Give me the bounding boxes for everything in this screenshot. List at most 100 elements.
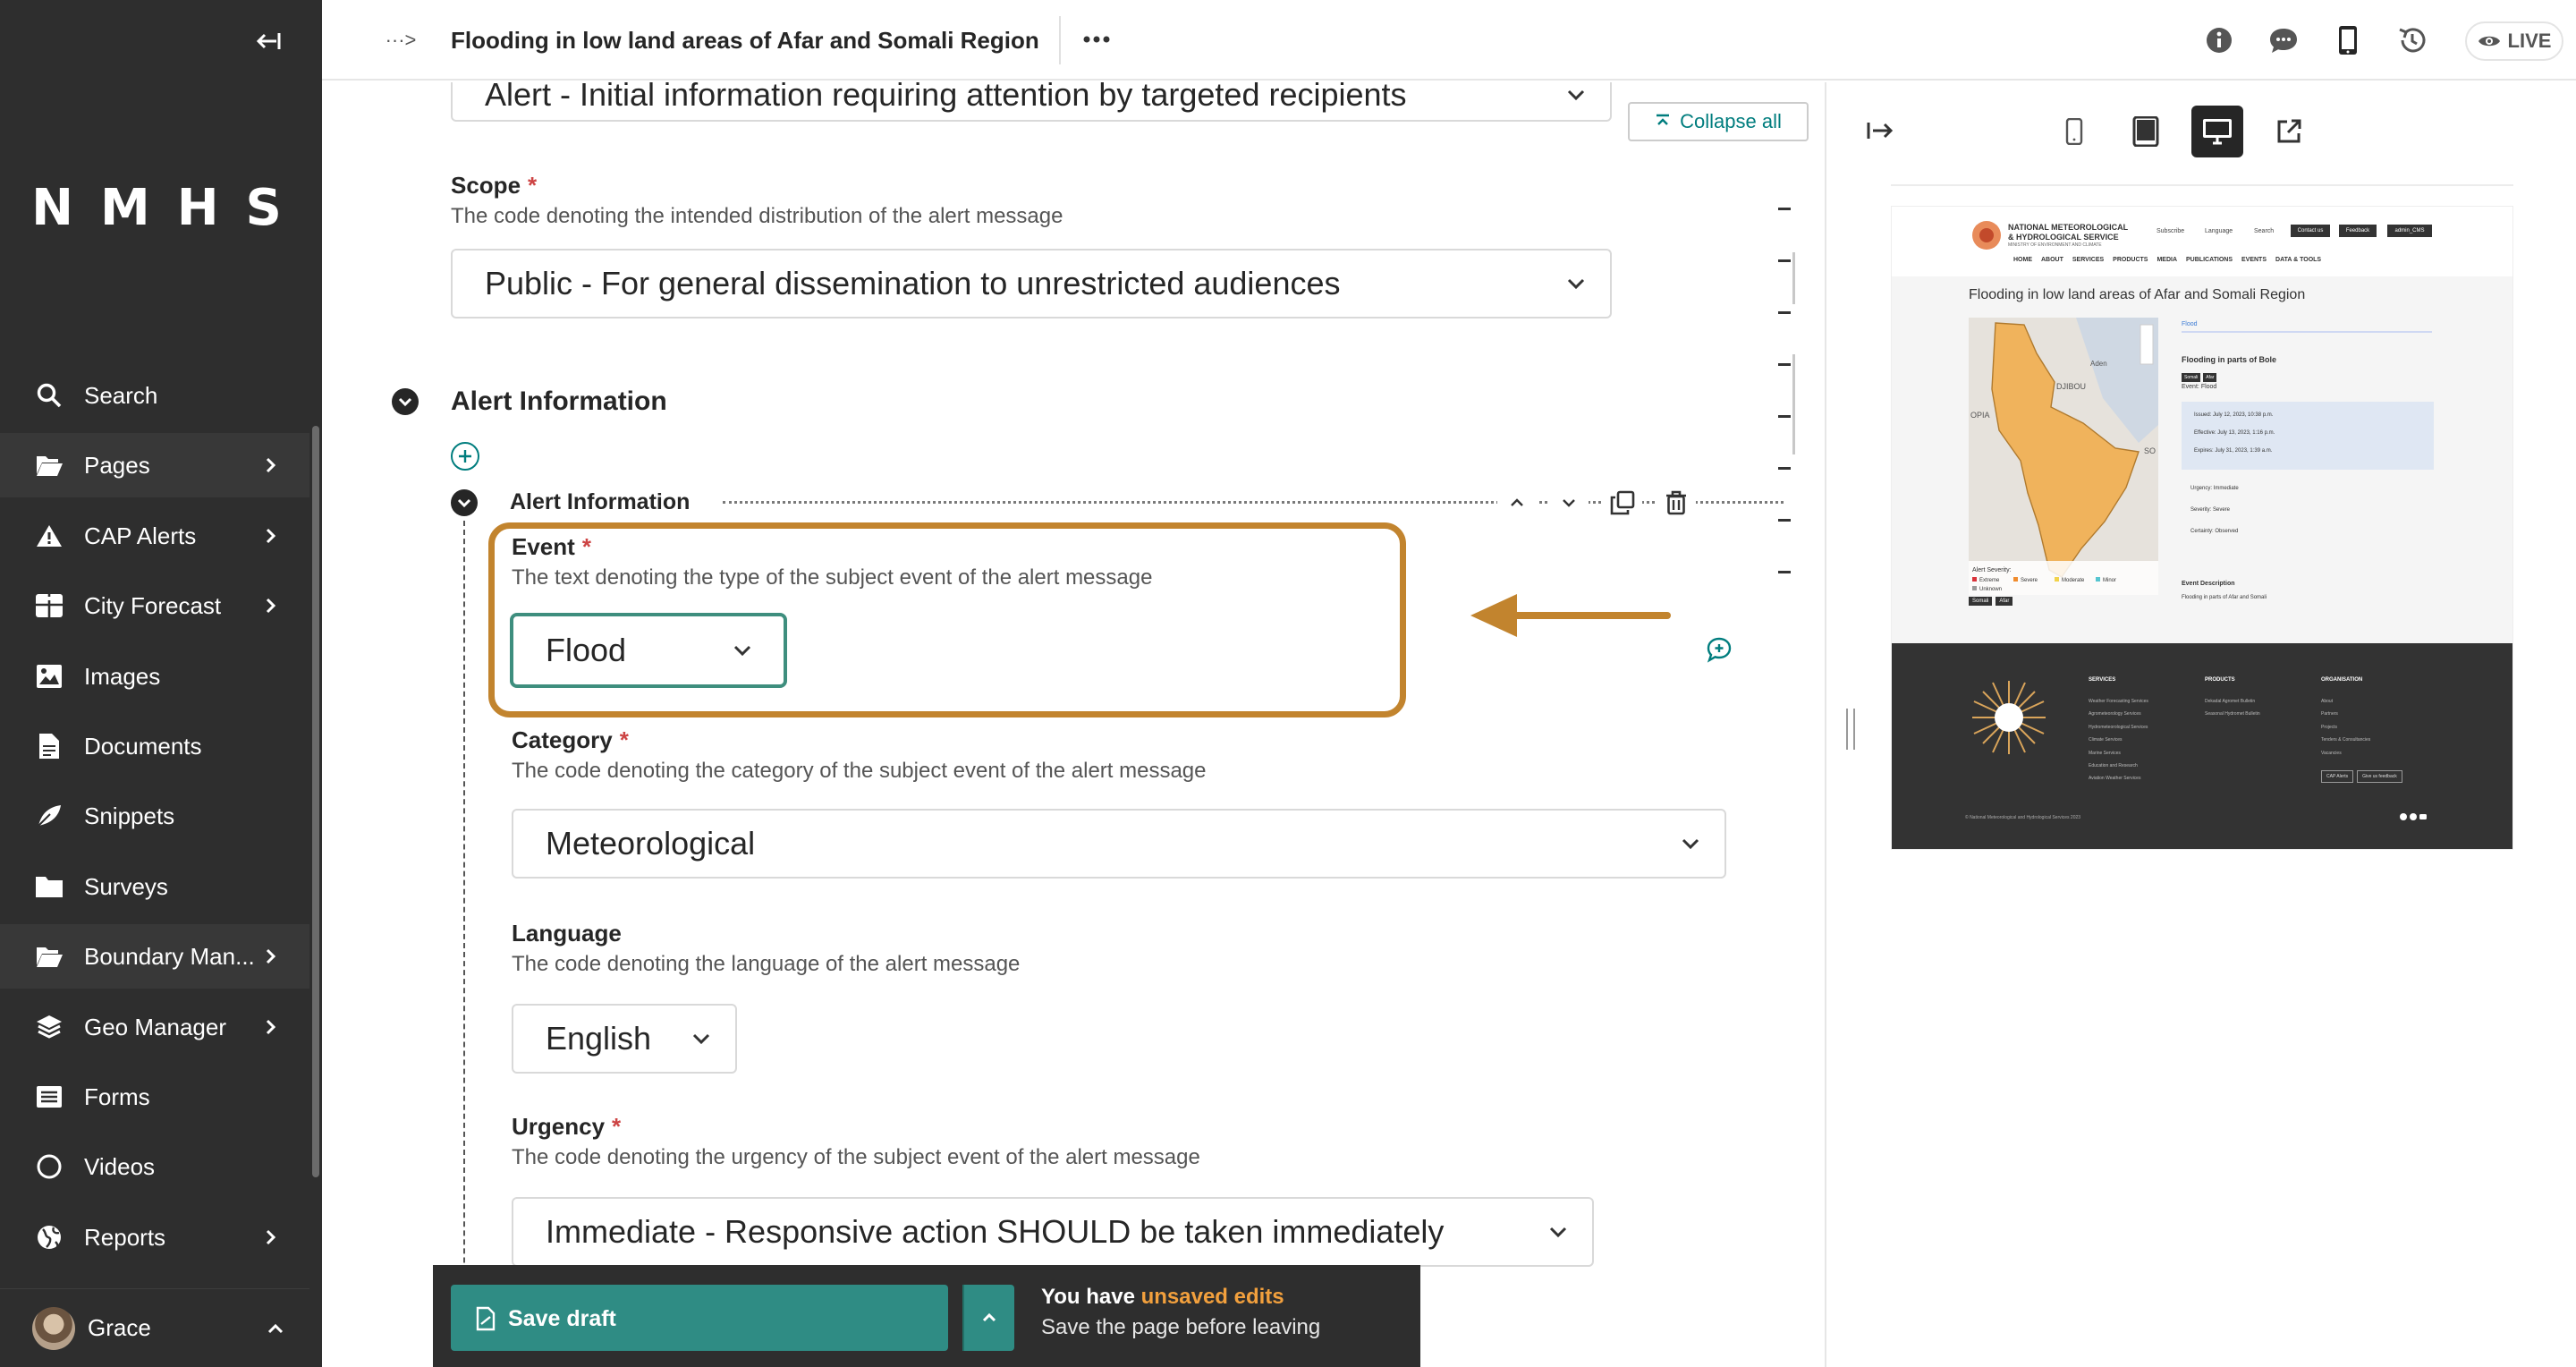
sidebar-item-forms[interactable]: Forms xyxy=(0,1065,309,1129)
section-collapse-toggle[interactable] xyxy=(392,388,419,415)
urgency-select[interactable]: Immediate - Responsive action SHOULD be … xyxy=(512,1197,1594,1267)
preview-desktop-button[interactable] xyxy=(2191,106,2243,157)
twitter-icon[interactable] xyxy=(2410,813,2417,820)
preview-toggle-button[interactable] xyxy=(2329,21,2367,59)
scope-label-text: Scope xyxy=(451,172,521,199)
sidebar-item-label: Boundary Man... xyxy=(84,942,255,970)
site-footer-link[interactable]: About xyxy=(2321,699,2333,704)
category-label-text: Category xyxy=(512,726,613,753)
site-legend-swatch xyxy=(2096,577,2100,582)
move-up-button[interactable] xyxy=(1497,483,1537,522)
sidebar-item-snippets[interactable]: Snippets xyxy=(0,784,309,848)
site-footer-link[interactable]: Projects xyxy=(2321,725,2337,730)
sidebar-item-surveys[interactable]: Surveys xyxy=(0,854,309,919)
collapse-all-button[interactable]: Collapse all xyxy=(1628,102,1809,141)
site-nav-item[interactable]: DATA & TOOLS xyxy=(2275,257,2321,263)
logo[interactable]: NMHS xyxy=(0,179,322,237)
site-map-zoom-controls xyxy=(2140,324,2154,365)
site-expires: Expires: July 31, 2023, 1:39 a.m. xyxy=(2194,448,2273,454)
search-icon xyxy=(34,380,64,411)
site-search-link[interactable]: Search xyxy=(2254,228,2274,234)
sidebar-item-label: Images xyxy=(84,662,161,690)
more-actions-button[interactable] xyxy=(1073,20,1120,59)
site-footer-link[interactable]: Seasonal Hydromet Bulletin xyxy=(2205,711,2260,717)
language-select[interactable]: English xyxy=(512,1004,737,1074)
mobile-icon xyxy=(2339,26,2357,55)
preview-mobile-button[interactable] xyxy=(2048,106,2100,157)
sidebar-item-reports[interactable]: Reports xyxy=(0,1205,309,1269)
close-preview-button[interactable] xyxy=(1860,111,1900,150)
site-nav-item[interactable]: EVENTS xyxy=(2241,257,2267,263)
site-feedback-button[interactable]: Feedback xyxy=(2339,225,2377,237)
category-select[interactable]: Meteorological xyxy=(512,809,1726,879)
comments-button[interactable] xyxy=(2265,21,2302,59)
collapse-sidebar-button[interactable] xyxy=(249,25,288,57)
sidebar-item-images[interactable]: Images xyxy=(0,644,309,709)
site-footer-link[interactable]: Climate Services xyxy=(2089,737,2123,743)
duplicate-button[interactable] xyxy=(1603,483,1642,522)
site-event-tab[interactable]: Flood xyxy=(2182,321,2432,333)
comment-icon xyxy=(2270,29,2297,53)
site-nav-item[interactable]: MEDIA xyxy=(2157,257,2177,263)
account-menu[interactable]: Grace xyxy=(0,1288,309,1367)
site-footer-link[interactable]: Marine Services xyxy=(2089,751,2121,756)
site-nav-item[interactable]: HOME xyxy=(2013,257,2032,263)
site-footer-link[interactable]: Weather Forecasting Services xyxy=(2089,699,2148,704)
add-block-button[interactable] xyxy=(451,442,479,471)
site-event-key: Event: xyxy=(2182,384,2199,390)
sidebar-item-label: Reports xyxy=(84,1223,166,1251)
divider xyxy=(1059,16,1061,64)
delete-button[interactable] xyxy=(1657,483,1696,522)
site-map-label: OPIA xyxy=(1970,411,1990,420)
sidebar-item-cap-alerts[interactable]: CAP Alerts xyxy=(0,504,309,568)
breadcrumb-toggle[interactable]: ···> xyxy=(376,23,426,57)
site-footer-link[interactable]: Agrometeorology Services xyxy=(2089,711,2141,717)
site-admin-button[interactable]: admin_CMS xyxy=(2387,225,2432,237)
site-language-link[interactable]: Language xyxy=(2205,228,2233,234)
site-footer-button[interactable]: CAP Alerts xyxy=(2321,770,2354,783)
save-draft-button[interactable]: Save draft xyxy=(451,1285,948,1351)
site-subscribe-link[interactable]: Subscribe xyxy=(2157,228,2184,234)
site-footer-link[interactable]: Aviation Weather Services xyxy=(2089,776,2140,781)
live-status-badge[interactable]: LIVE xyxy=(2465,21,2563,61)
save-options-button[interactable] xyxy=(962,1285,1014,1351)
site-contact-button[interactable]: Contact us xyxy=(2291,225,2330,237)
sidebar-item-search[interactable]: Search xyxy=(0,363,309,428)
site-footer-button[interactable]: Give us feedback xyxy=(2357,770,2402,783)
message-type-select[interactable]: Alert - Initial information requiring at… xyxy=(451,82,1612,122)
site-preview[interactable]: NATIONAL METEOROLOGICAL & HYDROLOGICAL S… xyxy=(1891,206,2513,850)
move-down-button[interactable] xyxy=(1549,483,1589,522)
block-collapse-toggle[interactable] xyxy=(451,489,478,516)
sidebar-item-documents[interactable]: Documents xyxy=(0,714,309,778)
urgency-help: The code denoting the urgency of the sub… xyxy=(512,1145,1200,1169)
site-alert-map[interactable]: DJIBOU Aden OPIA SO Alert Severity: Extr… xyxy=(1969,318,2158,595)
site-nav-item[interactable]: PRODUCTS xyxy=(2113,257,2148,263)
site-nav-item[interactable]: PUBLICATIONS xyxy=(2186,257,2233,263)
event-select[interactable]: Flood xyxy=(510,613,787,688)
site-nav-item[interactable]: ABOUT xyxy=(2041,257,2063,263)
sidebar-scrollbar[interactable] xyxy=(312,426,319,1177)
resize-handle[interactable] xyxy=(1846,709,1855,750)
site-footer-link[interactable]: Hydrometeorological Services xyxy=(2089,725,2148,730)
site-event-desc-title: Event Description xyxy=(2182,581,2235,587)
site-footer-link[interactable]: Partners xyxy=(2321,711,2338,717)
scope-select[interactable]: Public - For general dissemination to un… xyxy=(451,249,1612,318)
site-effective: Effective: July 13, 2023, 1:16 p.m. xyxy=(2194,430,2275,436)
facebook-icon[interactable] xyxy=(2400,813,2407,820)
history-button[interactable] xyxy=(2394,21,2431,59)
sidebar-item-boundary-man[interactable]: Boundary Man... xyxy=(0,924,309,989)
youtube-icon[interactable] xyxy=(2419,813,2427,820)
site-footer-link[interactable]: Tenders & Consultancies xyxy=(2321,737,2370,743)
preview-tablet-button[interactable] xyxy=(2120,106,2172,157)
sidebar-item-videos[interactable]: Videos xyxy=(0,1134,309,1199)
open-in-new-tab-button[interactable] xyxy=(2263,106,2315,157)
sidebar-item-geo-manager[interactable]: Geo Manager xyxy=(0,995,309,1059)
add-comment-button[interactable] xyxy=(1701,632,1737,667)
site-footer-link[interactable]: Vacancies xyxy=(2321,751,2342,756)
info-button[interactable] xyxy=(2200,21,2238,59)
site-footer-link[interactable]: Education and Research xyxy=(2089,763,2138,768)
site-nav-item[interactable]: SERVICES xyxy=(2072,257,2104,263)
site-footer-link[interactable]: Dekadal Agromet Bulletin xyxy=(2205,699,2255,704)
sidebar-item-pages[interactable]: Pages xyxy=(0,433,309,497)
sidebar-item-city-forecast[interactable]: City Forecast xyxy=(0,573,309,638)
